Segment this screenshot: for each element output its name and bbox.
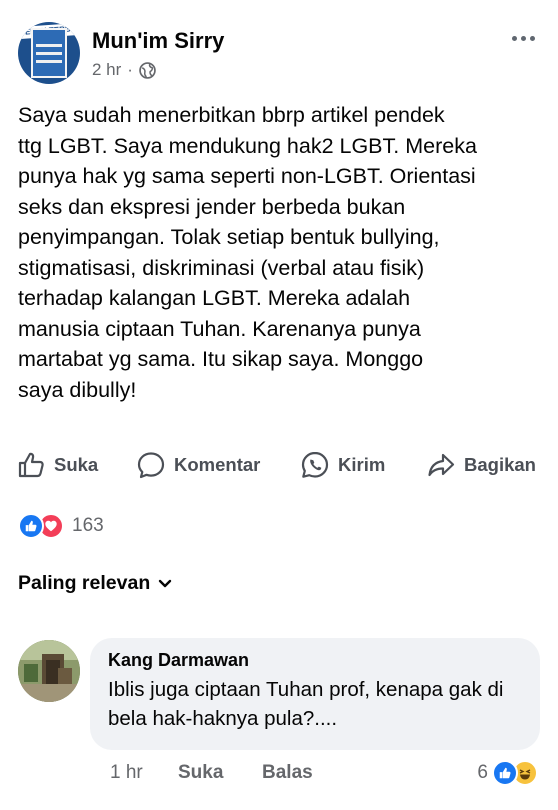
author-avatar[interactable]: TELAH TERBIT xyxy=(18,22,80,84)
comment-reactions[interactable]: 6 xyxy=(477,760,538,786)
like-reaction-icon xyxy=(492,760,518,786)
like-button-label: Suka xyxy=(54,454,99,475)
commenter-photo xyxy=(18,640,80,702)
comment-button[interactable]: Komentar xyxy=(136,446,260,484)
sort-label: Paling relevan xyxy=(18,572,151,594)
author-name[interactable]: Mun'im Sirry xyxy=(92,28,224,54)
commenter-name[interactable]: Kang Darmawan xyxy=(108,650,522,671)
comment-bubble: Kang Darmawan Iblis juga ciptaan Tuhan p… xyxy=(90,638,540,750)
send-button-label: Kirim xyxy=(338,454,386,475)
comments-sort-dropdown[interactable]: Paling relevan xyxy=(18,572,172,595)
comment-button-label: Komentar xyxy=(174,454,261,475)
comment-reply-button[interactable]: Balas xyxy=(262,762,313,784)
dot-icon xyxy=(520,35,526,41)
meta-separator: · xyxy=(127,60,133,79)
comment-meta: 1 hr Suka Balas 6 xyxy=(110,760,546,788)
commenter-avatar[interactable] xyxy=(18,640,80,702)
post-action-bar: Suka Komentar Kirim Bagikan xyxy=(16,446,546,484)
send-button[interactable]: Kirim xyxy=(300,446,385,484)
reaction-count: 163 xyxy=(72,515,104,536)
like-button[interactable]: Suka xyxy=(16,446,98,484)
share-button[interactable]: Bagikan xyxy=(426,446,536,484)
comment-text: Iblis juga ciptaan Tuhan prof, kenapa ga… xyxy=(108,678,504,730)
comment-reaction-count: 6 xyxy=(477,762,488,783)
post-header: TELAH TERBIT Mun'im Sirry 2 hr · xyxy=(18,22,540,86)
dot-icon xyxy=(529,35,535,41)
more-options-button[interactable] xyxy=(506,28,540,48)
comment-bubble-icon xyxy=(137,452,165,479)
share-button-label: Bagikan xyxy=(464,454,536,475)
post-text: Saya sudah menerbitkan bbrp artikel pend… xyxy=(18,103,477,402)
globe-icon xyxy=(139,61,156,79)
comment-time[interactable]: 1 hr xyxy=(110,762,143,784)
reactions-summary[interactable]: 163 xyxy=(18,512,104,540)
whatsapp-icon xyxy=(301,451,329,478)
book-cover-image xyxy=(31,28,67,78)
post-meta: 2 hr · xyxy=(92,60,156,80)
dot-icon xyxy=(511,35,517,41)
like-reaction-icon xyxy=(18,513,44,539)
post-time[interactable]: 2 hr xyxy=(92,60,121,80)
share-arrow-icon xyxy=(428,453,455,477)
comment-like-button[interactable]: Suka xyxy=(178,762,223,784)
chevron-down-icon xyxy=(159,579,172,587)
thumbs-up-icon xyxy=(18,452,44,478)
